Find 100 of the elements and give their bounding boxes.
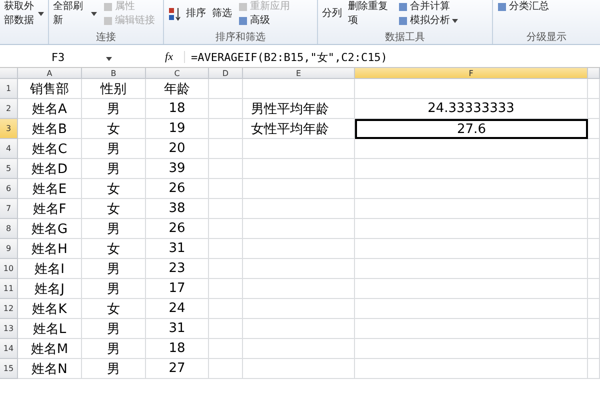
row-header[interactable]: 3 [0, 119, 18, 139]
empty-cell [209, 219, 243, 239]
row-header[interactable]: 13 [0, 319, 18, 339]
table-cell: 男 [82, 259, 146, 279]
row-header[interactable]: 6 [0, 179, 18, 199]
ribbon-button[interactable]: 排序 [186, 0, 206, 28]
table-cell: 24 [146, 299, 209, 319]
caret-icon [38, 12, 44, 16]
column-header[interactable]: D [209, 68, 243, 79]
column-header[interactable]: B [82, 68, 146, 79]
table-cell: 男 [82, 139, 146, 159]
table-cell: 19 [146, 119, 209, 139]
empty-cell [588, 139, 600, 159]
ribbon-button[interactable]: 模拟分析 [398, 14, 458, 28]
column-header[interactable]: C [146, 68, 209, 79]
row-header[interactable]: 4 [0, 139, 18, 159]
row-header[interactable]: 14 [0, 339, 18, 359]
table-cell: 姓名C [18, 139, 82, 159]
table-cell: 39 [146, 159, 209, 179]
table-cell: 26 [146, 179, 209, 199]
row-header[interactable]: 15 [0, 359, 18, 379]
formula-field[interactable]: =AVERAGEIF(B2:B15,"女",C2:C15) [185, 50, 388, 64]
column-header[interactable] [588, 68, 600, 79]
row-header[interactable]: 2 [0, 99, 18, 119]
table-cell: 姓名I [18, 259, 82, 279]
empty-cell [588, 199, 600, 219]
empty-cell [588, 259, 600, 279]
ribbon-button[interactable]: 分类汇总 [497, 0, 549, 14]
column-header[interactable]: F [355, 68, 588, 79]
caret-icon [452, 19, 458, 23]
table-cell: 姓名M [18, 339, 82, 359]
ribbon-button[interactable]: 高级 [238, 14, 290, 28]
table-cell: 23 [146, 259, 209, 279]
select-all-corner[interactable] [0, 68, 18, 79]
table-cell: 男 [82, 159, 146, 179]
row-header[interactable]: 7 [0, 199, 18, 219]
row-header[interactable]: 5 [0, 159, 18, 179]
ribbon-button[interactable]: 筛选 [212, 0, 232, 28]
table-cell: 年龄 [146, 79, 209, 99]
empty-cell [209, 99, 243, 119]
empty-cell [588, 319, 600, 339]
row-header[interactable]: 12 [0, 299, 18, 319]
ribbon-button[interactable]: 分列 [322, 0, 342, 28]
caret-icon [91, 12, 97, 16]
table-cell: 女 [82, 239, 146, 259]
empty-cell [588, 159, 600, 179]
table-cell: 男 [82, 359, 146, 379]
row-header[interactable]: 11 [0, 279, 18, 299]
row-header[interactable]: 9 [0, 239, 18, 259]
table-cell: 姓名K [18, 299, 82, 319]
empty-cell [209, 319, 243, 339]
table-cell: 38 [146, 199, 209, 219]
empty-cell [588, 279, 600, 299]
table-cell: 姓名N [18, 359, 82, 379]
table-cell: 姓名B [18, 119, 82, 139]
table-cell: 姓名F [18, 199, 82, 219]
table-cell: 销售部 [18, 79, 82, 99]
table-cell: 男 [82, 219, 146, 239]
ribbon-button[interactable]: 全部刷新 [53, 0, 97, 28]
table-cell: 男 [82, 319, 146, 339]
ribbon-button[interactable]: 获取外部数据 [4, 0, 44, 28]
row-header[interactable]: 1 [0, 79, 18, 99]
column-header[interactable]: E [243, 68, 355, 79]
empty-cell [209, 119, 243, 139]
tool-icon [497, 2, 507, 12]
empty-cell [209, 339, 243, 359]
empty-cell [209, 239, 243, 259]
empty-cell [588, 239, 600, 259]
table-cell: 24.33333333 [355, 99, 588, 119]
table-cell: 女 [82, 299, 146, 319]
column-header[interactable]: A [18, 68, 82, 79]
empty-cell [588, 339, 600, 359]
table-cell: 男性平均年龄 [243, 99, 355, 119]
empty-cell [209, 299, 243, 319]
empty-cell [209, 259, 243, 279]
group-label: 排序和筛选 [214, 31, 266, 44]
table-cell: 20 [146, 139, 209, 159]
table-cell: 姓名J [18, 279, 82, 299]
empty-cell [588, 299, 600, 319]
row-header[interactable]: 10 [0, 259, 18, 279]
table-cell: 男 [82, 339, 146, 359]
table-cell: 27 [146, 359, 209, 379]
table-cell: 17 [146, 279, 209, 299]
row-header[interactable]: 8 [0, 219, 18, 239]
ribbon-button[interactable]: 合并计算 [398, 0, 458, 14]
empty-cell [209, 159, 243, 179]
empty-cell [588, 219, 600, 239]
ribbon-button[interactable]: 删除重复项 [348, 0, 392, 28]
caret-icon [106, 56, 112, 60]
empty-cell [209, 359, 243, 379]
insert-function-button[interactable]: fx [154, 51, 185, 63]
table-cell: 性别 [82, 79, 146, 99]
name-box[interactable]: F3 [0, 50, 116, 64]
group-label: 分级显示 [526, 31, 568, 44]
empty-cell [588, 99, 600, 119]
table-cell: 31 [146, 239, 209, 259]
table-cell: 姓名G [18, 219, 82, 239]
empty-cell [588, 179, 600, 199]
table-cell: 女性平均年龄 [243, 119, 355, 139]
sort-icon [168, 6, 182, 22]
